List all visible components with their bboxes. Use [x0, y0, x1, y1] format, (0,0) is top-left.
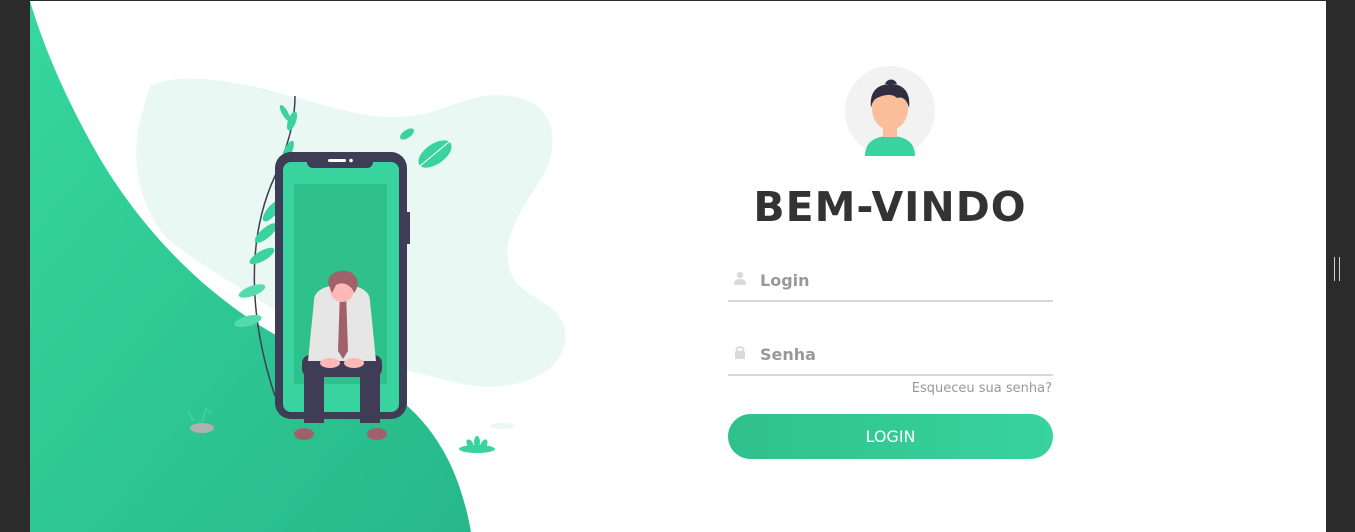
forgot-password-link[interactable]: Esqueceu sua senha? — [880, 381, 1052, 396]
background-illustration — [30, 1, 566, 532]
avatar-icon — [845, 66, 935, 156]
lock-icon — [735, 346, 745, 359]
page-title: BEM-VINDO — [753, 183, 1027, 231]
grass-icon — [459, 423, 514, 453]
login-input[interactable] — [758, 260, 1052, 300]
login-page: BEM-VINDO Esqueceu sua senha? LOGIN — [30, 1, 1326, 532]
login-field — [728, 260, 1053, 302]
login-button[interactable]: LOGIN — [728, 414, 1053, 459]
password-field — [728, 334, 1053, 376]
window-edge — [1326, 0, 1355, 532]
password-input[interactable] — [758, 334, 1052, 374]
resize-handle[interactable] — [1334, 257, 1340, 281]
user-icon — [734, 271, 746, 285]
